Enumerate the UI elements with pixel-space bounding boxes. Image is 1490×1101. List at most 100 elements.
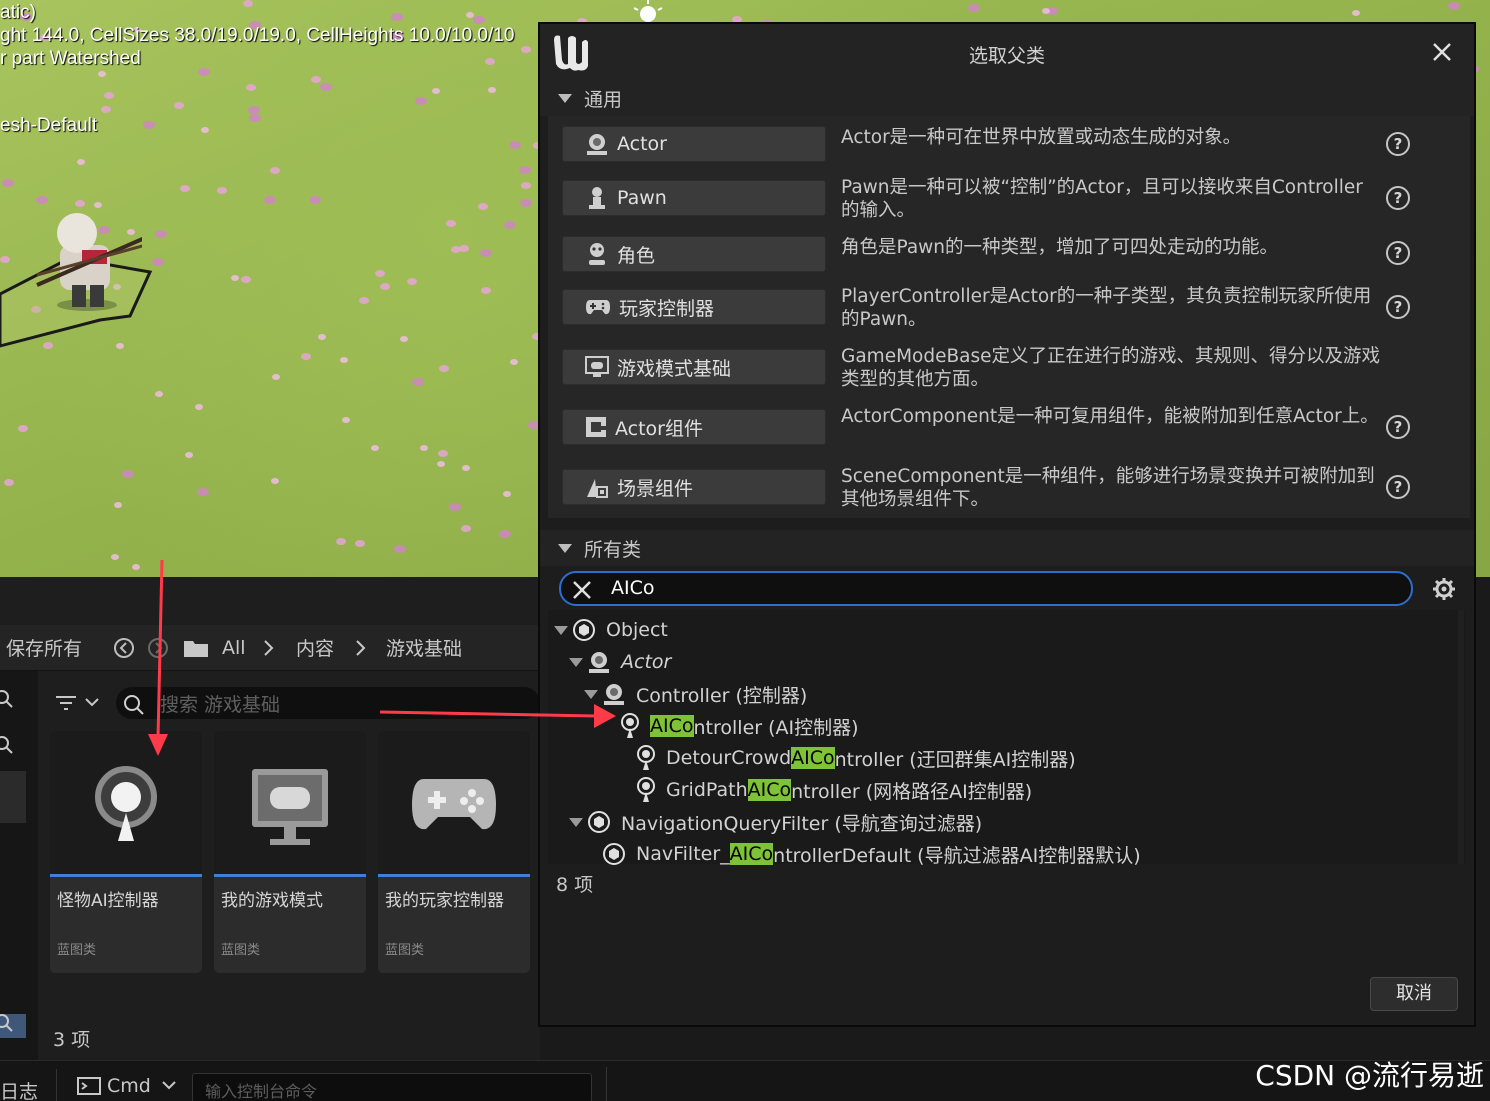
tree-row-gridpath-aicontroller[interactable]: GridPath AICo ntroller (网格路径AI控制器) xyxy=(636,774,1490,806)
flower-decoration xyxy=(180,185,190,192)
expand-arrow-icon[interactable] xyxy=(554,625,568,635)
filter-icon[interactable] xyxy=(54,693,78,715)
help-icon[interactable]: ? xyxy=(1386,295,1410,319)
section-all-classes[interactable]: 所有类 xyxy=(540,530,1474,566)
tree-label: Object xyxy=(606,619,668,641)
flower-decoration xyxy=(2,179,14,187)
gear-icon[interactable] xyxy=(1432,577,1456,601)
flower-decoration xyxy=(98,71,106,77)
breadcrumb-content[interactable]: 内容 xyxy=(296,634,334,661)
flower-decoration xyxy=(437,461,445,467)
class-button-game-mode-base[interactable]: 游戏模式基础 xyxy=(562,349,826,385)
search-icon[interactable] xyxy=(0,735,16,757)
tree-row-aicontroller[interactable]: AICo ntroller (AI控制器) xyxy=(620,710,1490,742)
character-sprite[interactable] xyxy=(32,205,142,315)
class-button-actor-component[interactable]: Actor组件 xyxy=(562,409,826,445)
tree-scrollbar[interactable] xyxy=(1458,610,1464,864)
flower-decoration xyxy=(1352,10,1360,16)
flower-decoration xyxy=(241,276,251,283)
tree-label-pre: GridPath xyxy=(666,779,748,801)
dialog-title-bar: 选取父类 xyxy=(540,24,1474,80)
light-gizmo-icon[interactable] xyxy=(628,0,668,24)
chevron-down-icon[interactable] xyxy=(84,697,100,709)
section-common[interactable]: 通用 xyxy=(540,80,1474,116)
help-icon[interactable]: ? xyxy=(1386,415,1410,439)
debug-line-3: r part Watershed xyxy=(0,48,141,69)
class-description: PlayerController是Actor的一种子类型，其负责控制玩家所使用的… xyxy=(841,286,1372,330)
ai-controller-icon xyxy=(637,777,655,802)
flower-decoration xyxy=(438,450,448,457)
debug-line-1: atic) xyxy=(0,2,36,23)
ai-controller-icon xyxy=(637,745,655,770)
ai-controller-icon xyxy=(95,766,157,841)
flower-decoration xyxy=(519,166,531,174)
class-search-input[interactable]: AICo xyxy=(559,571,1413,606)
output-log-button[interactable]: 日志 xyxy=(0,1077,38,1101)
flower-decoration xyxy=(459,245,469,252)
class-button-player-controller[interactable]: 玩家控制器 xyxy=(562,289,826,325)
flower-decoration xyxy=(195,404,203,410)
class-button-scene-component[interactable]: 场景组件 xyxy=(562,469,826,505)
breadcrumb-all[interactable]: All xyxy=(222,637,246,659)
tree-row-controller[interactable]: Controller (控制器) xyxy=(584,678,1490,710)
flower-decoration xyxy=(271,478,279,484)
asset-tile[interactable]: 怪物AI控制器 蓝图类 xyxy=(50,731,202,973)
flower-decoration xyxy=(143,121,155,129)
cmd-dropdown[interactable]: Cmd xyxy=(56,1069,182,1101)
sources-selected-row[interactable] xyxy=(0,771,26,823)
flower-decoration xyxy=(521,46,531,53)
clear-search-icon[interactable] xyxy=(571,579,593,601)
cancel-button[interactable]: 取消 xyxy=(1370,977,1458,1011)
tree-label: Controller (控制器) xyxy=(636,684,808,707)
save-all-button[interactable]: 保存所有 xyxy=(6,634,82,661)
expand-arrow-icon[interactable] xyxy=(569,657,583,667)
flower-decoration xyxy=(311,76,321,83)
tree-row-navigationqueryfilter[interactable]: NavigationQueryFilter (导航查询过滤器) xyxy=(569,806,1487,838)
flower-decoration xyxy=(504,221,516,229)
chevron-right-icon[interactable] xyxy=(262,639,276,657)
tree-label-post: ntroller (网格路径AI控制器) xyxy=(791,780,1033,803)
actor-icon xyxy=(587,134,607,155)
flower-decoration xyxy=(111,554,119,560)
breadcrumb-gameplay[interactable]: 游戏基础 xyxy=(386,634,462,661)
chevron-right-icon[interactable] xyxy=(354,639,368,657)
help-icon[interactable]: ? xyxy=(1386,132,1410,156)
flower-decoration xyxy=(446,220,456,227)
close-icon[interactable] xyxy=(1428,38,1456,66)
asset-search-placeholder: 搜索 游戏基础 xyxy=(160,694,281,716)
flower-decoration xyxy=(375,270,385,277)
flower-decoration xyxy=(449,503,461,511)
console-input[interactable]: 输入控制台命令 xyxy=(192,1073,592,1101)
history-forward-icon[interactable] xyxy=(147,637,169,659)
search-icon[interactable] xyxy=(0,1013,16,1035)
class-button-label: Actor组件 xyxy=(615,417,703,440)
console-icon xyxy=(77,1076,101,1095)
flower-decoration xyxy=(201,127,209,133)
flower-decoration xyxy=(264,196,276,204)
help-icon[interactable]: ? xyxy=(1386,241,1410,265)
tree-row-navfilter-aicontrollerdefault[interactable]: NavFilter_ AICo ntrollerDefault (导航过滤器AI控制… xyxy=(602,838,1490,870)
help-icon[interactable]: ? xyxy=(1386,186,1410,210)
flower-decoration xyxy=(432,88,440,94)
expand-arrow-icon[interactable] xyxy=(584,689,598,699)
class-button-actor[interactable]: Actor xyxy=(562,126,826,162)
tree-row-detourcrowd-aicontroller[interactable]: DetourCrowd AICo ntroller (迂回群集AI控制器) xyxy=(636,742,1490,774)
flower-decoration xyxy=(521,182,531,189)
flower-decoration xyxy=(36,196,48,204)
expand-arrow-icon[interactable] xyxy=(569,817,583,827)
flower-decoration xyxy=(420,445,428,451)
class-button-label: 玩家控制器 xyxy=(619,297,715,320)
class-button-character[interactable]: 角色 xyxy=(562,236,826,272)
tree-row-actor[interactable]: Actor xyxy=(569,646,1487,678)
asset-tile[interactable]: 我的游戏模式 蓝图类 xyxy=(214,731,366,973)
history-back-icon[interactable] xyxy=(113,637,135,659)
search-icon[interactable] xyxy=(0,689,16,711)
tree-row-object[interactable]: Object xyxy=(554,614,1472,646)
help-icon[interactable]: ? xyxy=(1386,475,1410,499)
flower-decoration xyxy=(77,159,85,165)
asset-name: 我的玩家控制器 xyxy=(385,891,504,911)
class-description: Pawn是一种可以被“控制”的Actor，且可以接收来自Controller的输… xyxy=(841,177,1363,221)
asset-tile[interactable]: 我的玩家控制器 蓝图类 xyxy=(378,731,530,973)
tree-label-pre: DetourCrowd xyxy=(666,747,792,769)
class-button-pawn[interactable]: Pawn xyxy=(562,180,826,216)
